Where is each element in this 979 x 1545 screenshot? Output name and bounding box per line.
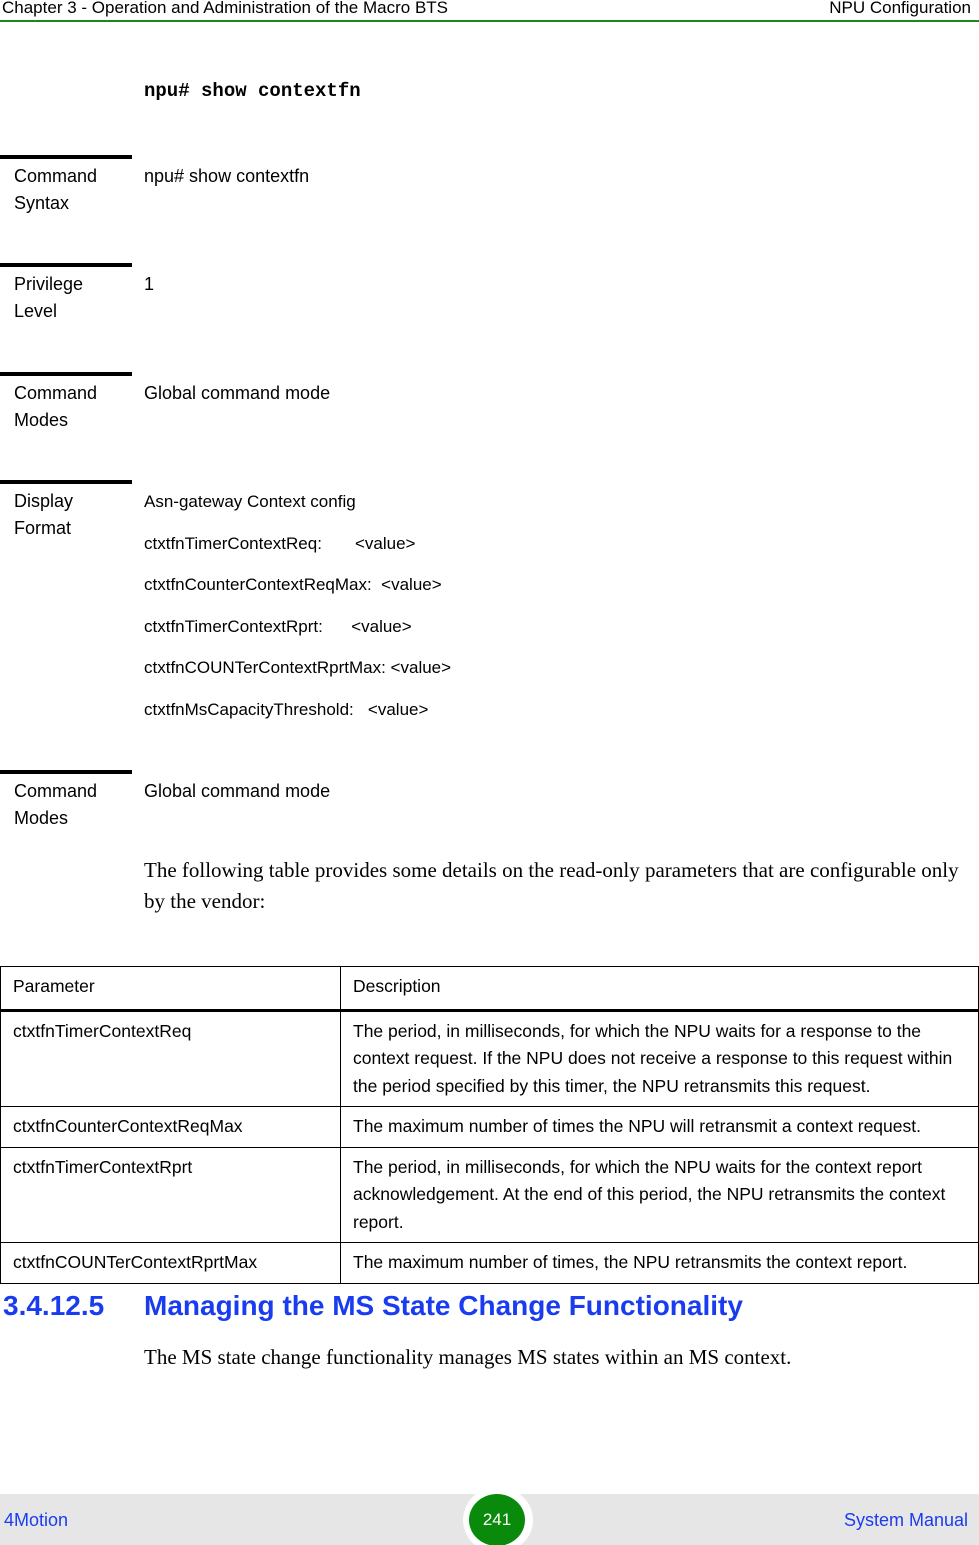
block-value: npu# show contextfn [144,166,310,186]
display-format-lines: Asn-gateway Context config ctxtfnTimerCo… [144,488,451,738]
block-rule [0,155,132,159]
section-heading-title: Managing the MS State Change Functionali… [144,1290,743,1321]
description-cell: The period, in milliseconds, for which t… [340,1146,979,1243]
section-paragraph: The MS state change functionality manage… [144,1345,792,1369]
column-header-parameter: Parameter [0,966,341,1012]
block-label: Display Format [14,491,74,538]
block-label: Privilege Level [14,274,84,321]
chapter-title: Chapter 3 - Operation and Administration… [2,0,449,17]
parameter-cell: ctxtfnCOUNTerContextRprtMax [0,1242,341,1284]
block-rule [0,263,132,267]
table-row: ctxtfnCOUNTerContextRprtMax The maximum … [0,1242,979,1284]
header-divider [0,20,979,22]
table-row: ctxtfnTimerContextReq The period, in mil… [0,1009,979,1107]
section-heading: 3.4.12.5 Managing the MS State Change Fun… [3,1290,743,1322]
display-line: Asn-gateway Context config [144,492,356,511]
display-line: ctxtfnCOUNTerContextRprtMax: <value> [144,658,452,678]
table-row: ctxtfnCounterContextReqMax The maximum n… [0,1106,979,1148]
block-value: 1 [144,274,155,294]
block-label: Command Syntax [14,166,98,213]
description-cell: The maximum number of times, the NPU ret… [340,1242,979,1284]
display-line: ctxtfnMsCapacityThreshold: <value> [144,699,429,719]
display-line: ctxtfnTimerContextRprt: <value> [144,616,412,636]
parameter-cell: ctxtfnTimerContextRprt [0,1146,341,1243]
display-line: ctxtfnCounterContextReqMax: <value> [144,575,442,595]
table-header-row: Parameter Description [0,966,979,1012]
parameter-cell: ctxtfnTimerContextReq [0,1009,341,1107]
page-number-badge: 241 [469,1494,525,1545]
description-cell: The period, in milliseconds, for which t… [340,1009,979,1107]
block-rule [0,480,132,484]
footer-manual: System Manual [843,1510,968,1530]
block-rule [0,770,132,774]
display-line: ctxtfnTimerContextReq: <value> [144,533,416,553]
description-cell: The maximum number of times the NPU will… [340,1106,979,1148]
column-header-description: Description [340,966,979,1012]
parameters-table: Parameter Description ctxtfnTimerContext… [0,966,979,1284]
table-row: ctxtfnTimerContextRprt The period, in mi… [0,1146,979,1243]
command-title: npu# show contextfn [144,80,361,102]
block-label: Command Modes [14,383,98,430]
block-rule [0,372,132,376]
block-label: Command Modes [14,781,98,828]
parameter-cell: ctxtfnCounterContextReqMax [0,1106,341,1148]
footer-product: 4Motion [4,1510,69,1530]
section-number: 3.4.12.5 [3,1290,105,1321]
page-header: Chapter 3 - Operation and Administration… [0,0,979,22]
block-value: Global command mode [144,383,331,403]
section-title: NPU Configuration [829,0,971,17]
block-value: Global command mode [144,781,331,801]
intro-paragraph: The following table provides some detail… [144,858,959,913]
